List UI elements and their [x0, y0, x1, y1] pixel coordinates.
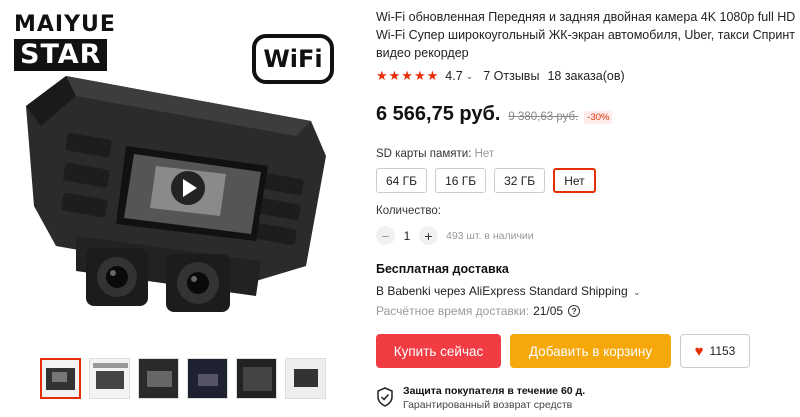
thumbnail-5[interactable] [236, 358, 277, 399]
chevron-down-icon: ⌄ [633, 287, 641, 297]
buyer-protection-text: Защита покупателя в течение 60 д. Гарант… [403, 385, 585, 411]
reviews-link[interactable]: 7 Отзывы [483, 69, 539, 83]
thumbnail-2[interactable] [89, 358, 130, 399]
brand-logo-top: MAIYUE [14, 12, 116, 37]
orders-count: 18 заказа(ов) [547, 69, 625, 83]
add-to-cart-button[interactable]: Добавить в корзину [510, 334, 671, 368]
thumbnail-3[interactable] [138, 358, 179, 399]
heart-icon: ♥ [694, 342, 704, 360]
brand-logo: MAIYUE STAR [14, 14, 132, 74]
sd-option-64gb[interactable]: 64 ГБ [376, 168, 428, 193]
thumbnail-strip [40, 358, 326, 399]
quantity-value[interactable]: 1 [395, 229, 419, 243]
delivery-estimate-label: Расчётное время доставки: [376, 304, 530, 318]
rating-stars: ★★★★★ [376, 68, 440, 83]
sd-option-32gb[interactable]: 32 ГБ [494, 168, 546, 193]
shipping-method[interactable]: В Babenki через AliExpress Standard Ship… [376, 284, 796, 298]
dashcam-illustration [26, 76, 326, 312]
old-price: 9 380,63 руб. [508, 111, 579, 123]
sd-option-16gb[interactable]: 16 ГБ [435, 168, 487, 193]
delivery-date: 21/05 [533, 304, 564, 318]
product-title: Wi-Fi обновленная Передняя и задняя двой… [376, 10, 796, 60]
current-price: 6 566,75 руб. [376, 103, 501, 125]
sd-card-label-row: SD карты памяти: Нет [376, 148, 796, 160]
buyer-protection-subtitle: Гарантированный возврат средств [403, 399, 573, 411]
buyer-protection: Защита покупателя в течение 60 д. Гарант… [376, 385, 796, 411]
wishlist-button[interactable]: ♥ 1153 [680, 334, 750, 368]
delivery-estimate: Расчётное время доставки: 21/05 ? [376, 304, 796, 318]
thumbnail-6[interactable] [285, 358, 326, 399]
quantity-minus-button[interactable]: − [376, 226, 395, 245]
stock-count: 493 шт. в наличии [446, 229, 534, 242]
buyer-protection-title: Защита покупателя в течение 60 д. [403, 385, 586, 397]
thumbnail-4[interactable] [187, 358, 228, 399]
product-gallery: MAIYUE STAR WiFi [0, 0, 360, 417]
sd-card-options: 64 ГБ 16 ГБ 32 ГБ Нет [376, 168, 796, 193]
product-info: Wi-Fi обновленная Передняя и задняя двой… [376, 8, 796, 411]
sd-option-none[interactable]: Нет [553, 168, 596, 193]
help-icon[interactable]: ? [568, 305, 581, 317]
sd-card-selected-value: Нет [474, 148, 495, 160]
shipping-title: Бесплатная доставка [376, 262, 509, 276]
sd-card-label: SD карты памяти: [376, 148, 472, 160]
rating-value[interactable]: 4.7 [445, 69, 462, 83]
buy-now-button[interactable]: Купить сейчас [376, 334, 501, 368]
quantity-plus-button[interactable]: + [419, 226, 438, 245]
wishlist-count: 1153 [709, 344, 736, 358]
discount-badge: -30% [584, 111, 613, 124]
chevron-down-icon[interactable]: ⌄ [466, 71, 474, 82]
thumbnail-1[interactable] [40, 358, 81, 399]
shield-check-icon [377, 387, 393, 407]
shipping-method-text: В Babenki через AliExpress Standard Ship… [376, 284, 628, 298]
quantity-stepper: − 1 + 493 шт. в наличии [376, 226, 796, 245]
action-buttons: Купить сейчас Добавить в корзину ♥ 1153 [376, 334, 796, 368]
main-product-image[interactable]: MAIYUE STAR WiFi [6, 6, 351, 351]
rating-row: ★★★★★ 4.7 ⌄ 7 Отзывы 18 заказа(ов) [376, 68, 796, 84]
quantity-label: Количество: [376, 205, 441, 217]
price-row: 6 566,75 руб. 9 380,63 руб. -30% [376, 103, 796, 126]
